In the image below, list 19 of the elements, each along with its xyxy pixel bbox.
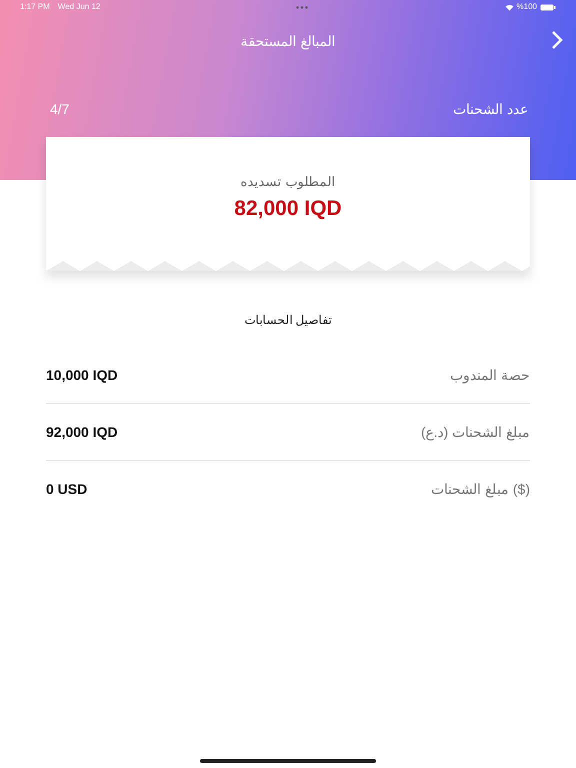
due-label: المطلوب تسديده <box>240 173 336 192</box>
forward-chevron-icon[interactable] <box>550 29 564 51</box>
status-time: 1:17 PM <box>20 1 50 13</box>
detail-value: 92,000 IQD <box>46 422 118 442</box>
due-amount: 82,000 IQD <box>234 196 342 222</box>
shipment-count-label: عدد الشحنات <box>453 100 528 119</box>
detail-label: مبلغ الشحنات (د.ع) <box>421 422 530 442</box>
detail-label: مبلغ الشحنات ($) <box>431 480 530 500</box>
shipment-count: 4/7 <box>50 100 70 119</box>
nav-title: المبالغ المستحقة <box>240 32 336 52</box>
wifi-icon <box>504 4 514 10</box>
detail-value: 0 USD <box>46 480 88 499</box>
details-title: تفاصيل الحسابات <box>244 312 332 329</box>
status-date: Wed Jun 12 <box>58 1 100 13</box>
more-dots-icon <box>296 6 308 8</box>
battery-percent: %100 <box>516 1 537 13</box>
battery-icon <box>540 4 556 10</box>
detail-value: 10,000 IQD <box>46 366 118 385</box>
detail-label: حصة المندوب <box>450 366 530 386</box>
